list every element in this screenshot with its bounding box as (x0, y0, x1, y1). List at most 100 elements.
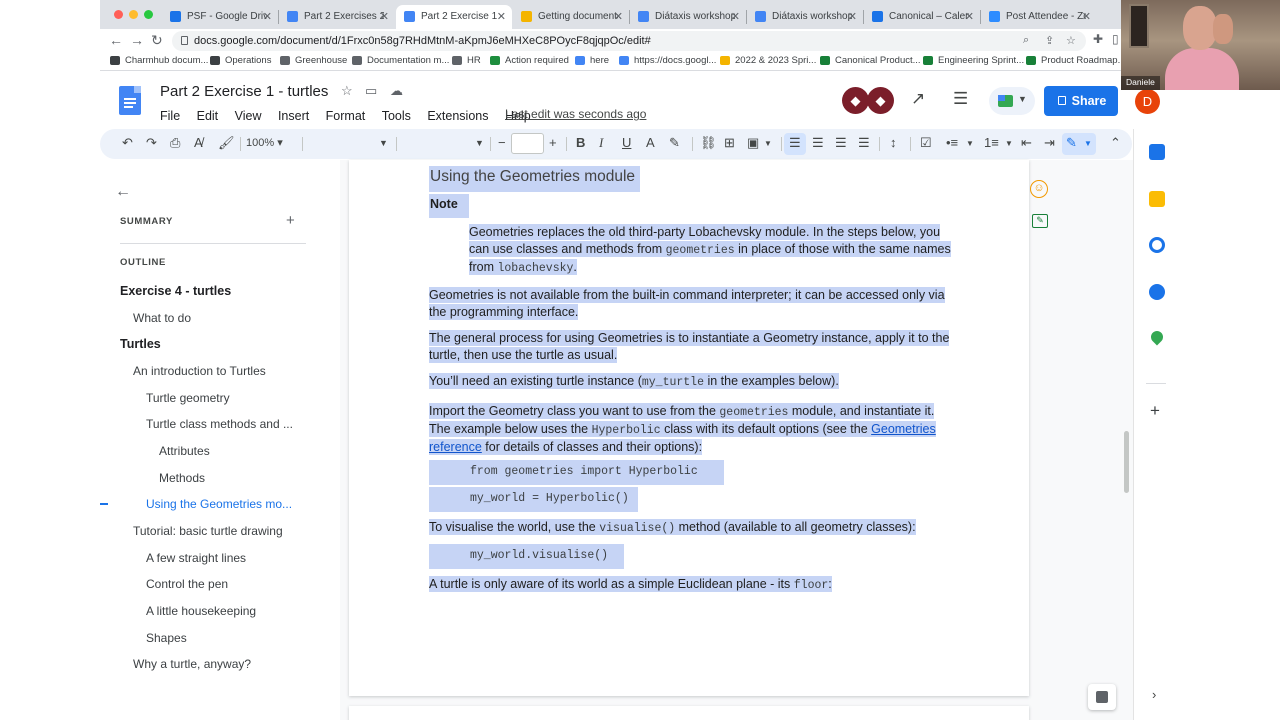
close-tab-icon[interactable]: ✕ (380, 10, 389, 23)
redo-icon[interactable]: ↷ (146, 135, 157, 151)
outline-item[interactable]: Why a turtle, anyway? (133, 657, 251, 671)
last-edit-link[interactable]: Last edit was seconds ago (505, 107, 646, 121)
url-input[interactable]: docs.google.com/document/d/1Frxc0n58g7RH… (172, 31, 1086, 51)
bookmark-item[interactable]: HR (452, 55, 481, 66)
close-tab-icon[interactable]: ✕ (965, 10, 974, 23)
paint-format-icon[interactable]: 🖌 (218, 135, 235, 151)
bookmark-item[interactable]: Operations (210, 55, 271, 66)
outline-item[interactable]: A few straight lines (146, 551, 246, 565)
tasks-icon[interactable] (1149, 237, 1165, 253)
highlight-color-icon[interactable]: ✎ (669, 135, 680, 151)
paragraph[interactable]: The general process for using Geometries… (429, 330, 955, 364)
move-folder-icon[interactable]: ▭ (365, 83, 377, 99)
paragraph[interactable]: Import the Geometry class you want to us… (429, 403, 955, 457)
align-left-icon[interactable]: ☰ (789, 135, 801, 151)
chevron-down-icon[interactable]: ▼ (1005, 139, 1013, 148)
bookmark-item[interactable]: Greenhouse (280, 55, 347, 66)
outline-item[interactable]: Control the pen (146, 577, 228, 591)
note-paragraph[interactable]: Geometries replaces the old third-party … (469, 224, 955, 277)
maps-icon[interactable] (1148, 328, 1166, 346)
hide-menus-icon[interactable]: ⌃ (1110, 135, 1121, 151)
align-right-icon[interactable]: ☰ (835, 135, 847, 151)
bookmark-item[interactable]: Charmhub docum... (110, 55, 208, 66)
bookmark-item[interactable]: Action required (490, 55, 569, 66)
increase-indent-icon[interactable]: ⇥ (1044, 135, 1055, 151)
anonymous-viewer-avatar[interactable]: ◆ (867, 87, 894, 114)
document-title[interactable]: Part 2 Exercise 1 - turtles (160, 83, 328, 100)
extensions-icon[interactable]: ✚ (1093, 32, 1103, 46)
italic-icon[interactable]: I (599, 135, 603, 151)
editing-mode-icon[interactable]: ✎ (1066, 135, 1077, 151)
browser-tab[interactable]: Diátaxis workshop ✕ (747, 5, 863, 29)
outline-item[interactable]: Tutorial: basic turtle drawing (133, 524, 283, 538)
paragraph[interactable]: A turtle is only aware of its world as a… (429, 576, 955, 594)
star-icon[interactable]: ☆ (341, 83, 353, 99)
browser-tab[interactable]: Part 2 Exercises 2 a ✕ (279, 5, 395, 29)
justify-icon[interactable]: ☰ (858, 135, 870, 151)
comments-icon[interactable]: ☰ (953, 89, 968, 109)
insert-link-icon[interactable]: ⛓ (700, 135, 717, 151)
outline-item[interactable]: What to do (133, 311, 191, 325)
bookmark-item[interactable]: Engineering Sprint... (923, 55, 1024, 66)
underline-icon[interactable]: U (622, 135, 631, 150)
add-summary-icon[interactable]: + (286, 212, 295, 229)
calendar-icon[interactable] (1149, 144, 1165, 160)
paragraph[interactable]: To visualise the world, use the visualis… (429, 519, 955, 537)
scrollbar-thumb[interactable] (1124, 431, 1129, 493)
numbered-list-icon[interactable]: 1≡ (984, 135, 999, 150)
align-center-icon[interactable]: ☰ (812, 135, 824, 151)
text-color-icon[interactable]: A (646, 135, 655, 150)
outline-item[interactable]: A little housekeeping (146, 604, 256, 618)
close-tab-icon[interactable]: ✕ (848, 10, 857, 23)
close-tab-icon[interactable]: ✕ (731, 10, 740, 23)
forward-icon[interactable]: → (130, 32, 144, 48)
increase-font-size-icon[interactable]: + (549, 135, 557, 150)
bookmark-item[interactable]: Canonical Product... (820, 55, 921, 66)
suggest-edits-icon[interactable]: ✎ (1032, 214, 1048, 228)
outline-item[interactable]: Turtle class methods and ... (146, 417, 293, 431)
emoji-reaction-icon[interactable]: ☺ (1030, 180, 1048, 198)
docs-logo-icon[interactable] (119, 86, 141, 115)
close-tab-icon[interactable]: ✕ (497, 10, 506, 23)
menu-file[interactable]: File (160, 109, 180, 123)
meet-button[interactable]: ▼ (989, 87, 1035, 115)
outline-item[interactable]: Turtles (120, 337, 161, 351)
undo-icon[interactable]: ↶ (122, 135, 133, 151)
cloud-status-icon[interactable]: ☁ (390, 83, 403, 99)
chevron-down-icon[interactable]: ▼ (966, 139, 974, 148)
chevron-right-icon[interactable]: › (1152, 687, 1156, 702)
outline-item[interactable]: Exercise 4 - turtles (120, 284, 231, 298)
style-dropdown-caret[interactable]: ▼ (379, 138, 388, 148)
checklist-icon[interactable]: ☑ (920, 135, 932, 151)
explore-button[interactable] (1088, 684, 1116, 710)
line-spacing-icon[interactable]: ↕ (890, 135, 897, 150)
minimize-window-button[interactable] (129, 10, 138, 19)
bookmark-item[interactable]: https://docs.googl... (619, 55, 716, 66)
user-avatar[interactable]: D (1135, 89, 1160, 114)
code-line[interactable]: from geometries import Hyperbolic (429, 460, 724, 485)
menu-edit[interactable]: Edit (197, 109, 219, 123)
anonymous-viewer-avatar[interactable]: ◆ (842, 87, 869, 114)
bookmark-item[interactable]: Documentation m... (352, 55, 449, 66)
close-tab-icon[interactable]: ✕ (1082, 10, 1091, 23)
browser-tab[interactable]: Canonical – Calenc ✕ (864, 5, 980, 29)
get-addons-icon[interactable]: + (1150, 401, 1160, 421)
outline-item[interactable]: Methods (159, 471, 205, 485)
insert-image-icon[interactable]: ▣ (747, 135, 759, 151)
code-line[interactable]: my_world.visualise() (429, 544, 624, 569)
search-icon[interactable]: ⌕ (1023, 34, 1029, 47)
keep-icon[interactable] (1149, 191, 1165, 207)
decrease-font-size-icon[interactable]: − (498, 135, 506, 150)
reload-icon[interactable]: ↻ (151, 32, 163, 49)
bookmark-star-icon[interactable]: ☆ (1066, 34, 1076, 47)
menu-format[interactable]: Format (326, 109, 366, 123)
menu-insert[interactable]: Insert (278, 109, 309, 123)
close-window-button[interactable] (114, 10, 123, 19)
section-heading[interactable]: Using the Geometries module (429, 166, 640, 192)
chevron-down-icon[interactable]: ▼ (764, 139, 772, 148)
outline-item[interactable]: Turtle geometry (146, 391, 230, 405)
browser-tab-active[interactable]: Part 2 Exercise 1 - t ✕ (396, 5, 512, 29)
font-size-input[interactable] (511, 133, 544, 154)
close-tab-icon[interactable]: ✕ (614, 10, 623, 23)
spellcheck-icon[interactable]: A̸ (194, 135, 203, 150)
